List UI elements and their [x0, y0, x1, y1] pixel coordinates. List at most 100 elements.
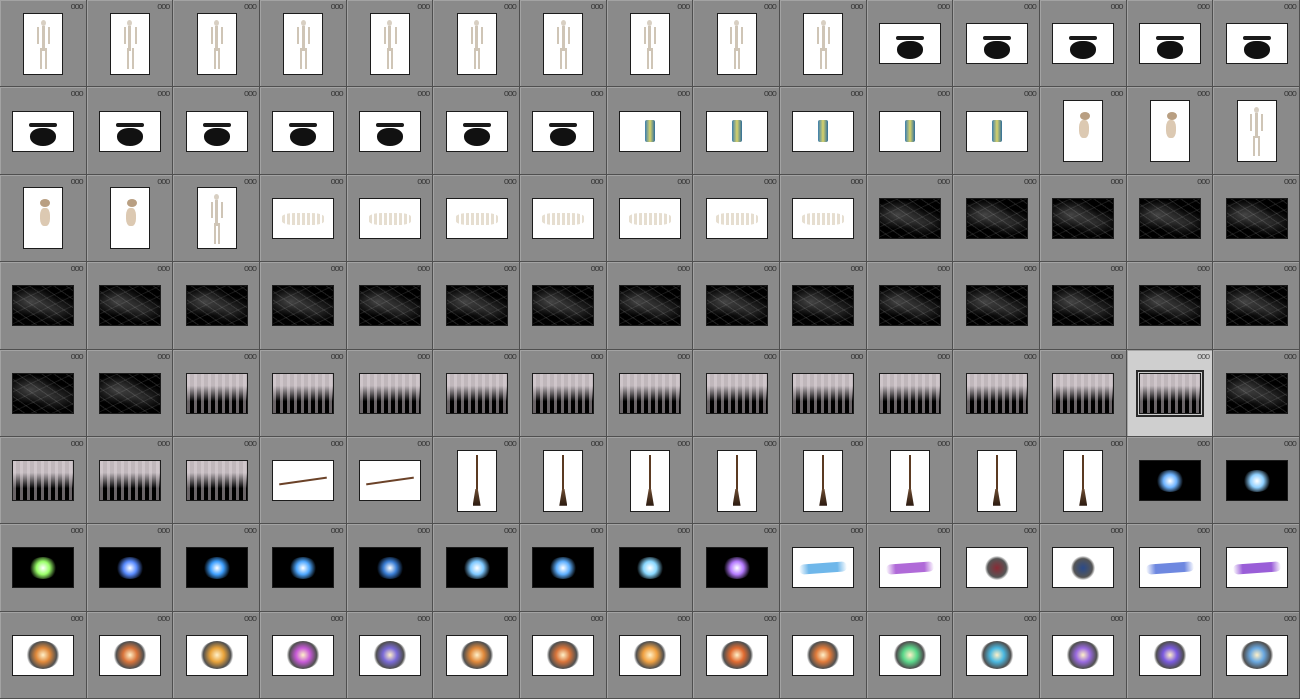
more-options-icon[interactable]: ooo: [504, 176, 517, 185]
thumbnail-image[interactable]: [1052, 372, 1115, 414]
thumbnail-image[interactable]: [369, 12, 410, 75]
thumbnail-cell[interactable]: ooo: [1213, 611, 1300, 699]
more-options-icon[interactable]: ooo: [937, 351, 950, 360]
thumbnail-cell[interactable]: ooo: [1126, 611, 1214, 699]
more-options-icon[interactable]: ooo: [591, 2, 604, 11]
thumbnail-cell[interactable]: ooo: [606, 349, 694, 437]
thumbnail-image[interactable]: [12, 634, 75, 676]
thumbnail-image[interactable]: [889, 449, 930, 512]
thumbnail-cell[interactable]: ooo: [866, 174, 954, 263]
thumbnail-cell[interactable]: ooo: [346, 262, 434, 350]
thumbnail-image[interactable]: [358, 372, 421, 414]
more-options-icon[interactable]: ooo: [417, 89, 430, 98]
more-options-icon[interactable]: ooo: [1024, 2, 1037, 11]
thumbnail-image[interactable]: [98, 372, 161, 414]
thumbnail-cell[interactable]: ooo: [433, 0, 520, 88]
thumbnail-image[interactable]: [185, 110, 248, 152]
thumbnail-cell[interactable]: ooo: [606, 174, 694, 263]
more-options-icon[interactable]: ooo: [1284, 89, 1297, 98]
more-options-icon[interactable]: ooo: [417, 526, 430, 535]
thumbnail-cell[interactable]: ooo: [779, 262, 867, 350]
more-options-icon[interactable]: ooo: [764, 438, 777, 447]
more-options-icon[interactable]: ooo: [157, 438, 170, 447]
thumbnail-cell[interactable]: ooo: [606, 436, 694, 525]
thumbnail-image[interactable]: [543, 449, 584, 512]
more-options-icon[interactable]: ooo: [71, 264, 84, 273]
thumbnail-cell[interactable]: ooo: [346, 524, 434, 612]
thumbnail-image[interactable]: [23, 187, 64, 250]
thumbnail-image[interactable]: [1138, 23, 1201, 65]
more-options-icon[interactable]: ooo: [1111, 176, 1124, 185]
thumbnail-cell[interactable]: ooo: [953, 611, 1040, 699]
thumbnail-image[interactable]: [358, 634, 421, 676]
thumbnail-image[interactable]: [792, 372, 855, 414]
thumbnail-cell[interactable]: ooo: [519, 87, 607, 175]
thumbnail-image[interactable]: [445, 197, 508, 239]
thumbnail-cell[interactable]: ooo: [86, 87, 174, 175]
more-options-icon[interactable]: ooo: [1197, 351, 1210, 360]
more-options-icon[interactable]: ooo: [157, 613, 170, 622]
more-options-icon[interactable]: ooo: [677, 613, 690, 622]
thumbnail-cell[interactable]: ooo: [606, 611, 694, 699]
thumbnail-cell[interactable]: ooo: [259, 436, 347, 525]
thumbnail-image[interactable]: [618, 634, 681, 676]
thumbnail-image[interactable]: [358, 110, 421, 152]
thumbnail-image[interactable]: [98, 547, 161, 589]
thumbnail-image[interactable]: [965, 23, 1028, 65]
more-options-icon[interactable]: ooo: [331, 2, 344, 11]
thumbnail-image[interactable]: [532, 547, 595, 589]
more-options-icon[interactable]: ooo: [331, 526, 344, 535]
thumbnail-cell[interactable]: ooo: [433, 262, 520, 350]
more-options-icon[interactable]: ooo: [71, 89, 84, 98]
thumbnail-image[interactable]: [12, 372, 75, 414]
thumbnail-cell[interactable]: ooo: [1039, 611, 1127, 699]
more-options-icon[interactable]: ooo: [851, 526, 864, 535]
thumbnail-cell[interactable]: ooo: [259, 0, 347, 88]
more-options-icon[interactable]: ooo: [1197, 613, 1210, 622]
thumbnail-cell[interactable]: ooo: [1213, 87, 1300, 175]
thumbnail-image[interactable]: [1236, 100, 1277, 163]
thumbnail-cell[interactable]: ooo: [346, 436, 434, 525]
more-options-icon[interactable]: ooo: [1284, 351, 1297, 360]
thumbnail-cell[interactable]: ooo: [1039, 0, 1127, 88]
thumbnail-image[interactable]: [965, 372, 1028, 414]
more-options-icon[interactable]: ooo: [1197, 176, 1210, 185]
thumbnail-image[interactable]: [185, 634, 248, 676]
thumbnail-cell[interactable]: ooo: [0, 524, 87, 612]
thumbnail-image[interactable]: [1225, 634, 1288, 676]
thumbnail-image[interactable]: [618, 372, 681, 414]
thumbnail-cell[interactable]: ooo: [953, 262, 1040, 350]
more-options-icon[interactable]: ooo: [157, 176, 170, 185]
more-options-icon[interactable]: ooo: [417, 438, 430, 447]
more-options-icon[interactable]: ooo: [504, 526, 517, 535]
thumbnail-cell[interactable]: ooo: [1213, 349, 1300, 437]
thumbnail-image[interactable]: [445, 547, 508, 589]
thumbnail-cell[interactable]: ooo: [259, 262, 347, 350]
thumbnail-cell[interactable]: ooo: [173, 87, 260, 175]
more-options-icon[interactable]: ooo: [244, 2, 257, 11]
more-options-icon[interactable]: ooo: [71, 438, 84, 447]
thumbnail-cell[interactable]: ooo: [953, 524, 1040, 612]
thumbnail-cell[interactable]: ooo: [433, 174, 520, 263]
thumbnail-image[interactable]: [1063, 449, 1104, 512]
thumbnail-image[interactable]: [98, 110, 161, 152]
thumbnail-cell[interactable]: ooo: [606, 524, 694, 612]
more-options-icon[interactable]: ooo: [504, 438, 517, 447]
thumbnail-image[interactable]: [12, 460, 75, 502]
thumbnail-image[interactable]: [532, 110, 595, 152]
thumbnail-cell[interactable]: ooo: [1213, 436, 1300, 525]
thumbnail-cell[interactable]: ooo: [86, 524, 174, 612]
thumbnail-cell[interactable]: ooo: [433, 611, 520, 699]
thumbnail-cell[interactable]: ooo: [173, 174, 260, 263]
more-options-icon[interactable]: ooo: [244, 613, 257, 622]
more-options-icon[interactable]: ooo: [1024, 264, 1037, 273]
more-options-icon[interactable]: ooo: [71, 176, 84, 185]
thumbnail-image[interactable]: [976, 449, 1017, 512]
thumbnail-image[interactable]: [98, 460, 161, 502]
thumbnail-cell[interactable]: ooo: [86, 349, 174, 437]
thumbnail-cell[interactable]: ooo: [1039, 174, 1127, 263]
thumbnail-image[interactable]: [358, 547, 421, 589]
thumbnail-image[interactable]: [358, 197, 421, 239]
thumbnail-image[interactable]: [98, 634, 161, 676]
more-options-icon[interactable]: ooo: [851, 176, 864, 185]
